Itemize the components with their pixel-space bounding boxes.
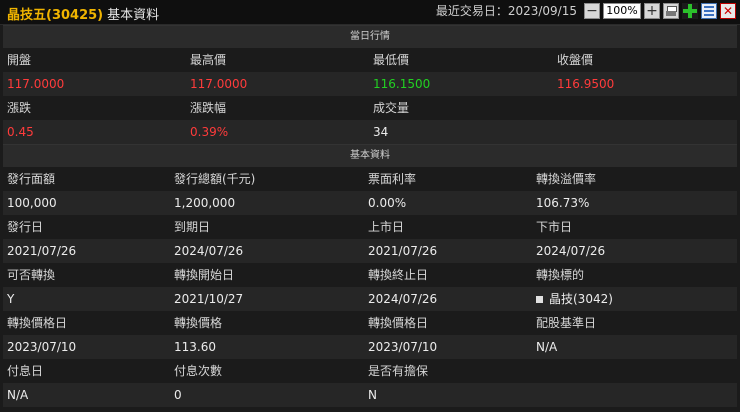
value-empty — [553, 120, 737, 144]
value-delisting-date: 2024/07/26 — [532, 239, 737, 263]
label-dividend-base-date: 配股基準日 — [532, 311, 737, 335]
value-change-pct: 0.39% — [186, 120, 369, 144]
basic-section-header: 基本資料 — [3, 144, 737, 167]
label-change: 漲跌 — [3, 96, 186, 120]
value-listing-date: 2021/07/26 — [364, 239, 532, 263]
label-change-pct: 漲跌幅 — [186, 96, 369, 120]
label-coupon-rate: 票面利率 — [364, 167, 532, 191]
label-conversion-price-date: 轉換價格日 — [3, 311, 170, 335]
label-secured: 是否有擔保 — [364, 359, 532, 383]
label-high: 最高價 — [186, 48, 369, 72]
value-high: 117.0000 — [186, 72, 369, 96]
value-change: 0.45 — [3, 120, 186, 144]
value-maturity-date: 2024/07/26 — [170, 239, 364, 263]
content: 當日行情 開盤 最高價 最低價 收盤價 117.0000 117.0000 11… — [3, 25, 737, 407]
last-trade-label: 最近交易日： — [435, 4, 508, 18]
label-convertible: 可否轉換 — [3, 263, 170, 287]
basic-table: 發行面額 發行總額(千元) 票面利率 轉換溢價率 100,000 1,200,0… — [3, 167, 737, 407]
value-convertible: Y — [3, 287, 170, 311]
toolbar: 最近交易日：2023/09/15 − 100% + ✕ — [436, 2, 736, 19]
label-maturity-date: 到期日 — [170, 215, 364, 239]
value-dividend-base-date: N/A — [532, 335, 737, 359]
value-secured: N — [364, 383, 532, 407]
square-bullet-icon — [536, 296, 543, 303]
value-conversion-start: 2021/10/27 — [170, 287, 364, 311]
value-conversion-target: 晶技(3042) — [549, 292, 613, 306]
add-icon[interactable] — [682, 2, 698, 19]
value-conversion-price-date-2: 2023/07/10 — [364, 335, 532, 359]
value-conversion-price: 113.60 — [170, 335, 364, 359]
label-conversion-price-date-2: 轉換價格日 — [364, 311, 532, 335]
zoom-in-button[interactable]: + — [644, 2, 660, 19]
label-close: 收盤價 — [553, 48, 737, 72]
print-icon[interactable] — [663, 2, 679, 19]
conversion-target-link[interactable]: 晶技(3042) — [532, 287, 737, 311]
label-interest-date: 付息日 — [3, 359, 170, 383]
label-face-value: 發行面額 — [3, 167, 170, 191]
value-close: 116.9500 — [553, 72, 737, 96]
label-conversion-end: 轉換終止日 — [364, 263, 532, 287]
stock-name: 晶技五(30425) — [7, 8, 104, 23]
label-issue-amount: 發行總額(千元) — [170, 167, 364, 191]
label-interest-count: 付息次數 — [170, 359, 364, 383]
value-premium: 106.73% — [532, 191, 737, 215]
label-delisting-date: 下市日 — [532, 215, 737, 239]
last-trade-info: 最近交易日：2023/09/15 — [436, 2, 577, 19]
label-conversion-start: 轉換開始日 — [170, 263, 364, 287]
value-conversion-end: 2024/07/26 — [364, 287, 532, 311]
zoom-level[interactable]: 100% — [603, 2, 641, 19]
value-issue-amount: 1,200,000 — [170, 191, 364, 215]
label-issue-date: 發行日 — [3, 215, 170, 239]
value-face-value: 100,000 — [3, 191, 170, 215]
value-low: 116.1500 — [369, 72, 553, 96]
label-empty — [532, 359, 737, 383]
value-coupon-rate: 0.00% — [364, 191, 532, 215]
list-settings-icon[interactable] — [701, 2, 717, 19]
page-section-title: 基本資料 — [107, 8, 160, 23]
value-volume: 34 — [369, 120, 553, 144]
label-premium: 轉換溢價率 — [532, 167, 737, 191]
value-empty — [532, 383, 737, 407]
value-conversion-price-date: 2023/07/10 — [3, 335, 170, 359]
value-issue-date: 2021/07/26 — [3, 239, 170, 263]
close-icon[interactable]: ✕ — [720, 2, 736, 19]
zoom-out-button[interactable]: − — [584, 2, 600, 19]
value-interest-count: 0 — [170, 383, 364, 407]
label-conversion-price: 轉換價格 — [170, 311, 364, 335]
last-trade-date: 2023/09/15 — [507, 4, 577, 18]
title-bar: 晶技五(30425) 基本資料 最近交易日：2023/09/15 − 100% +… — [0, 0, 740, 25]
value-interest-date: N/A — [3, 383, 170, 407]
label-low: 最低價 — [369, 48, 553, 72]
label-volume: 成交量 — [369, 96, 553, 120]
label-conversion-target: 轉換標的 — [532, 263, 737, 287]
quote-table: 開盤 最高價 最低價 收盤價 117.0000 117.0000 116.150… — [3, 48, 737, 144]
value-open: 117.0000 — [3, 72, 186, 96]
label-empty — [553, 96, 737, 120]
quote-section-header: 當日行情 — [3, 25, 737, 48]
label-listing-date: 上市日 — [364, 215, 532, 239]
window-title: 晶技五(30425) 基本資料 — [7, 4, 159, 23]
label-open: 開盤 — [3, 48, 186, 72]
